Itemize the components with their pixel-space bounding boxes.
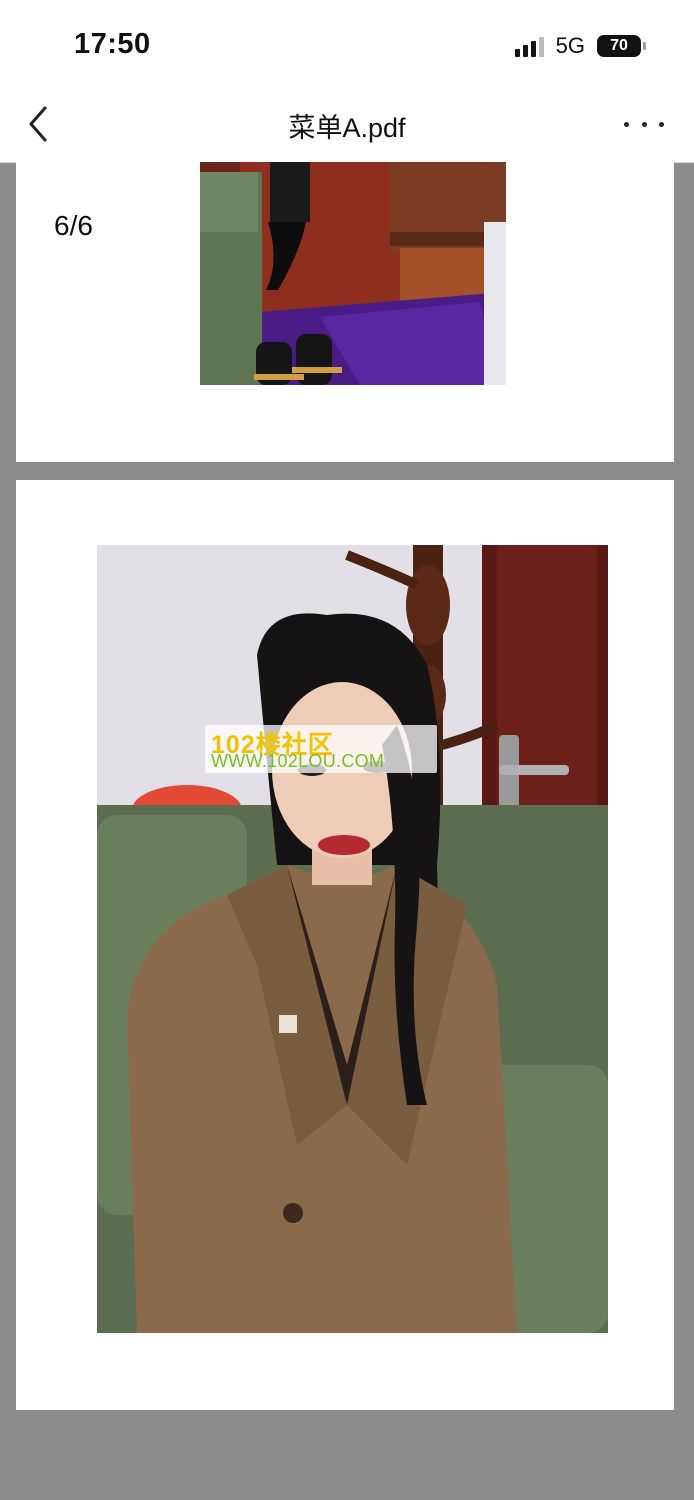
nav-bar: 菜单A.pdf xyxy=(0,86,694,163)
more-horizontal-icon xyxy=(624,121,629,127)
battery-level: 70 xyxy=(597,35,641,57)
status-bar: 17:50 5G 70 xyxy=(0,0,694,86)
page-photo xyxy=(200,162,506,385)
network-type: 5G xyxy=(555,33,585,58)
signal-icon xyxy=(514,35,544,57)
watermark-url: WWW.102LOU.COM xyxy=(211,751,385,771)
document-title: 菜单A.pdf xyxy=(288,113,406,143)
page-indicator: 6/6 xyxy=(54,210,93,241)
status-time: 17:50 xyxy=(74,28,151,60)
status-indicators: 5G 70 xyxy=(514,32,646,60)
watermark: 102楼社区 WWW.102LOU.COM xyxy=(205,725,437,773)
battery-icon: 70 xyxy=(597,35,646,57)
more-button[interactable] xyxy=(624,112,664,136)
page-photo xyxy=(97,545,608,1333)
